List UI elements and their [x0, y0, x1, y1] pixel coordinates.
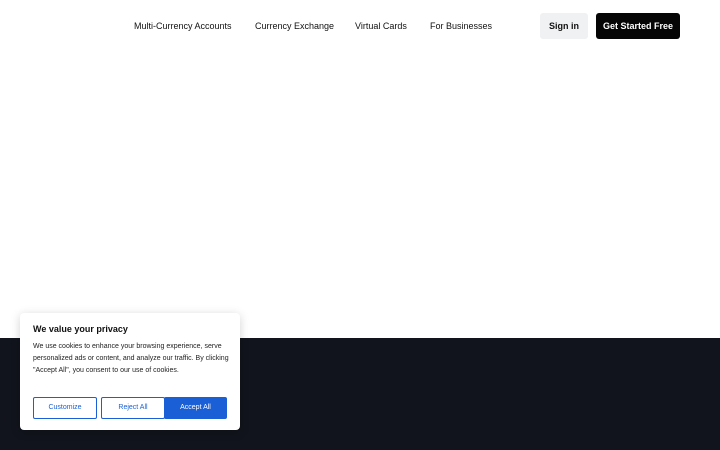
nav-link-multi-currency-accounts[interactable]: Multi-Currency Accounts	[134, 19, 232, 33]
site-header: Multi-Currency Accounts Currency Exchang…	[0, 0, 720, 52]
cookie-consent-banner: We value your privacy We use cookies to …	[20, 313, 240, 430]
reject-all-cookies-button[interactable]: Reject All	[101, 397, 165, 419]
cookie-banner-description: We use cookies to enhance your browsing …	[33, 343, 229, 374]
nav-link-for-businesses[interactable]: For Businesses	[430, 19, 492, 33]
accept-all-cookies-button[interactable]: Accept All	[164, 397, 227, 419]
sign-in-button[interactable]: Sign in	[540, 13, 588, 39]
main-navigation: Multi-Currency Accounts Currency Exchang…	[0, 0, 720, 52]
cookie-banner-actions: Customize Reject All Accept All	[33, 397, 227, 420]
cookie-banner-title: We value your privacy	[33, 324, 128, 334]
customize-cookies-button[interactable]: Customize	[33, 397, 97, 419]
nav-link-virtual-cards[interactable]: Virtual Cards	[355, 19, 407, 33]
nav-link-currency-exchange[interactable]: Currency Exchange	[255, 19, 334, 33]
get-started-button[interactable]: Get Started Free	[596, 13, 680, 39]
